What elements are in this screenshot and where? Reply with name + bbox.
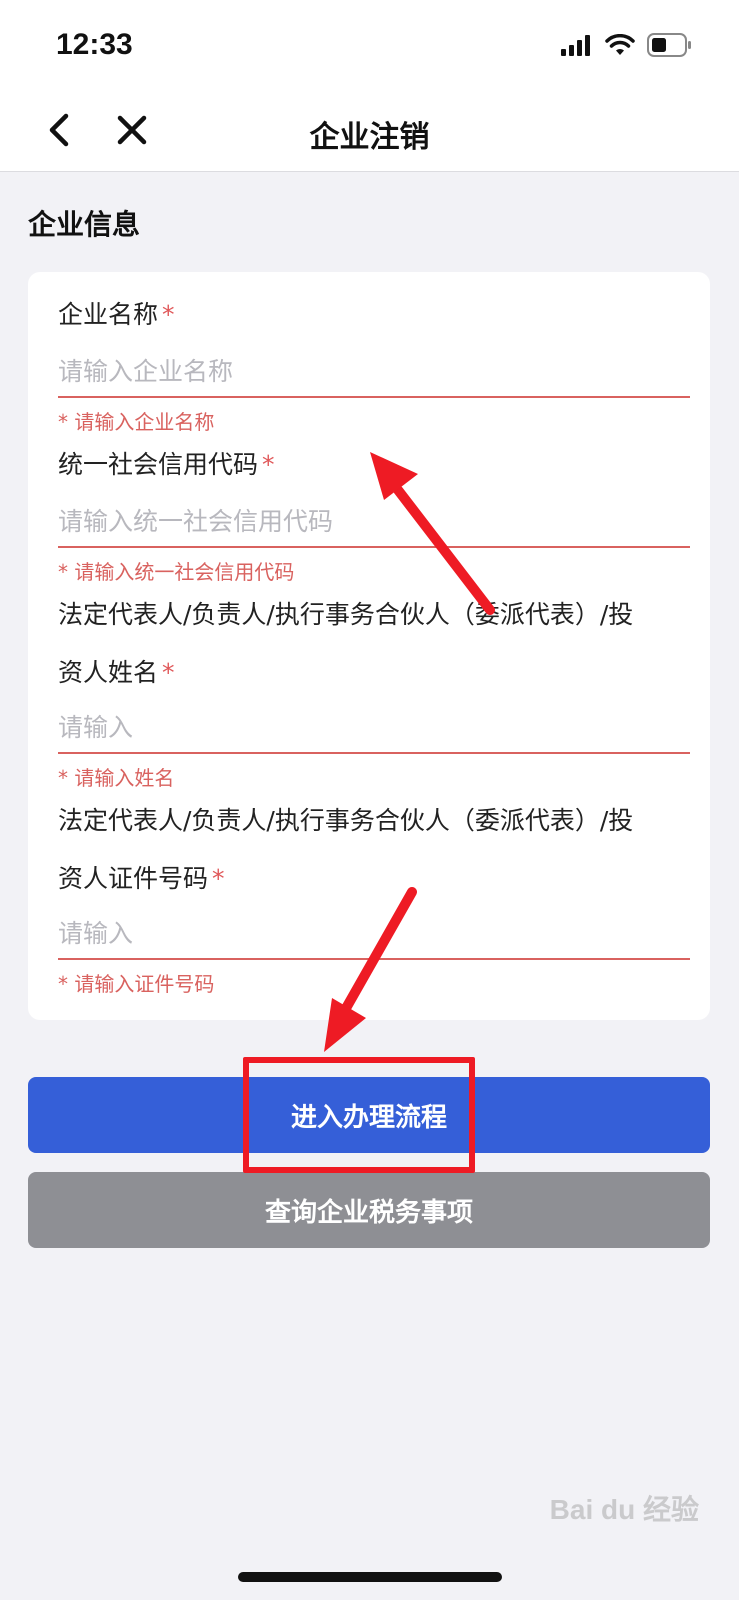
home-indicator[interactable] <box>238 1572 502 1582</box>
representative-name-input[interactable] <box>58 702 690 754</box>
representative-id-label-line1: 法定代表人/负责人/执行事务合伙人（委派代表）/投 <box>58 806 634 835</box>
credit-code-label-text: 统一社会信用代码 <box>58 450 259 479</box>
representative-name-label-line1: 法定代表人/负责人/执行事务合伙人（委派代表）/投 <box>58 600 634 629</box>
status-bar: 12:33 <box>0 0 739 90</box>
representative-name-label-line2: 资人姓名 <box>58 658 159 687</box>
status-time: 12:33 <box>56 28 133 61</box>
page-title: 企业注销 <box>309 120 430 155</box>
status-icons <box>561 33 693 57</box>
representative-id-label-line2: 资人证件号码 <box>58 864 209 893</box>
annotation-highlight-box <box>243 1057 475 1173</box>
representative-name-label: 法定代表人/负责人/执行事务合伙人（委派代表）/投 资人姓名 * <box>58 586 688 702</box>
credit-code-error: * 请输入统一社会信用代码 <box>58 560 295 584</box>
representative-id-input[interactable] <box>58 908 690 960</box>
representative-name-error: * 请输入姓名 <box>58 766 175 790</box>
credit-code-label: 统一社会信用代码 * <box>58 436 688 494</box>
required-mark: * <box>262 450 275 479</box>
query-tax-matters-button[interactable]: 查询企业税务事项 <box>28 1172 710 1248</box>
representative-id-label: 法定代表人/负责人/执行事务合伙人（委派代表）/投 资人证件号码 * <box>58 792 688 908</box>
required-mark: * <box>212 864 225 893</box>
wifi-icon <box>605 34 635 55</box>
section-title: 企业信息 <box>28 208 141 241</box>
required-mark: * <box>162 658 175 687</box>
company-name-label-text: 企业名称 <box>58 300 159 329</box>
credit-code-input[interactable] <box>58 496 690 548</box>
form-card: 企业名称* * 请输入企业名称 统一社会信用代码* * 请输入统一社会信用代码 … <box>28 272 710 1020</box>
signal-icon <box>561 35 590 56</box>
required-mark: * <box>162 300 175 329</box>
company-name-input[interactable] <box>58 346 690 398</box>
company-name-label: 企业名称 * <box>58 286 688 344</box>
representative-id-error: * 请输入证件号码 <box>58 972 215 996</box>
nav-bar: 企业注销 <box>0 90 739 172</box>
watermark: Bai du 经验 <box>549 1494 699 1525</box>
company-name-error: * 请输入企业名称 <box>58 410 215 434</box>
battery-icon <box>647 33 691 57</box>
